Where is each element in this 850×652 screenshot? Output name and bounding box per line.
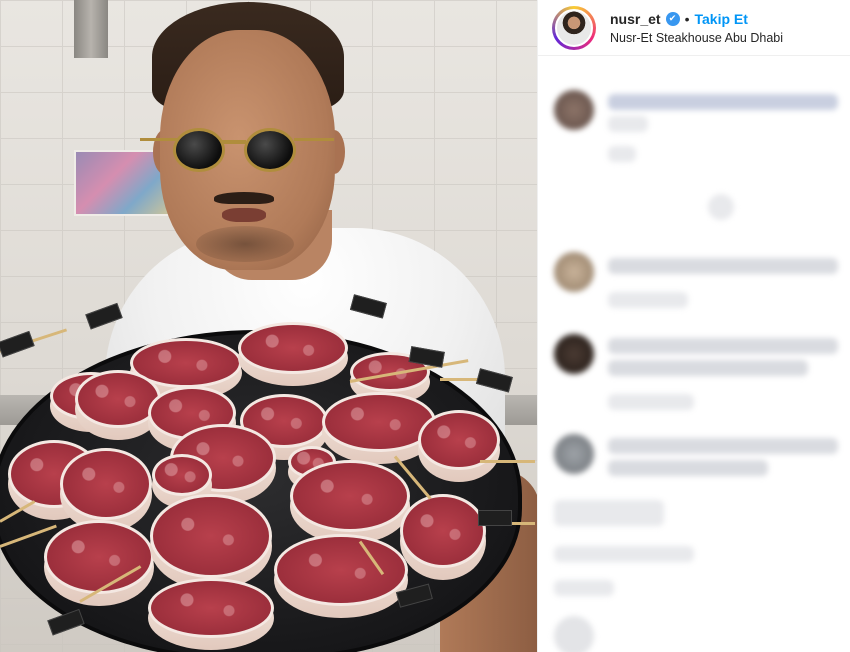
username-link[interactable]: nusr_et	[610, 11, 661, 27]
glasses-bridge	[222, 140, 246, 144]
comment-text-blur	[608, 94, 838, 110]
steak	[148, 578, 274, 650]
comment-meta-blur	[554, 546, 694, 562]
comment-meta-blur	[608, 292, 688, 308]
comment-avatar	[554, 616, 594, 652]
blurred-comments	[538, 60, 850, 652]
comment-text-blur	[608, 360, 808, 376]
steak	[418, 410, 500, 482]
comment-avatar	[554, 434, 594, 474]
post-photo[interactable]	[0, 0, 537, 652]
comment-meta-blur	[608, 146, 636, 162]
comment-text-blur	[608, 338, 838, 354]
comment-icon-blur	[708, 194, 734, 220]
comment-avatar	[554, 252, 594, 292]
comment-meta-blur	[554, 580, 614, 596]
separator-dot: •	[684, 11, 690, 27]
steak	[290, 460, 410, 544]
kitchen-hood	[74, 0, 108, 58]
steak	[238, 322, 348, 386]
comment-meta-blur	[554, 500, 664, 526]
sunglasses-lens	[173, 128, 225, 172]
comment-text-blur	[608, 258, 838, 274]
comment-text-blur	[608, 460, 768, 476]
comment-avatar	[554, 90, 594, 130]
comment-text-blur	[608, 438, 838, 454]
follow-button[interactable]: Takip Et	[694, 11, 747, 27]
comment-meta-blur	[608, 394, 694, 410]
glasses-temple	[294, 138, 334, 141]
steak	[44, 520, 154, 606]
steak	[150, 494, 272, 590]
avatar-image	[555, 9, 593, 47]
verified-badge-icon: ✔	[665, 12, 680, 26]
sunglasses-lens	[244, 128, 296, 172]
comment-text-blur	[608, 116, 648, 132]
steak	[274, 534, 408, 618]
user-line: nusr_et ✔ • Takip Et	[610, 10, 748, 28]
post-panel: nusr_et ✔ • Takip Et Nusr-Et Steakhouse …	[537, 0, 850, 652]
post-header: nusr_et ✔ • Takip Et Nusr-Et Steakhouse …	[538, 0, 850, 56]
profile-avatar[interactable]	[552, 6, 596, 50]
mouth	[222, 208, 266, 222]
mustache	[214, 192, 274, 204]
skewer-flag	[478, 510, 512, 526]
beard	[196, 226, 294, 262]
steak	[400, 494, 486, 580]
location-link[interactable]: Nusr-Et Steakhouse Abu Dhabi	[610, 31, 783, 45]
skewer	[480, 460, 535, 463]
comment-avatar	[554, 334, 594, 374]
